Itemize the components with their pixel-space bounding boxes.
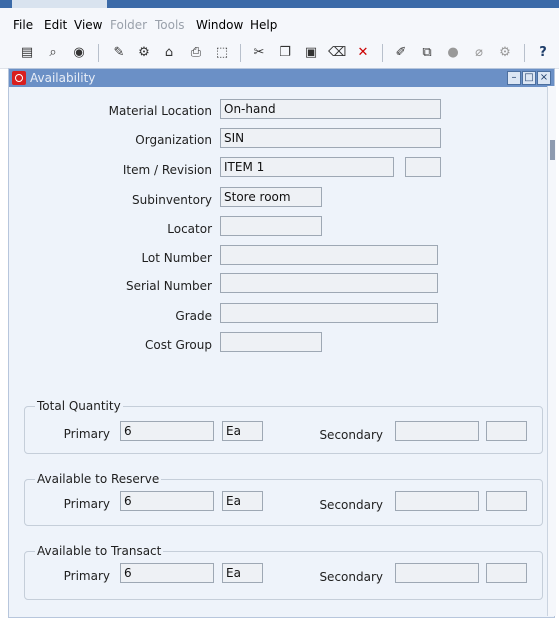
folder-tools-icon[interactable]: ⚙ (496, 44, 514, 62)
subinventory-label: Subinventory (132, 193, 212, 207)
group-title: Available to Transact (35, 544, 164, 558)
help-icon[interactable]: ? (534, 44, 552, 62)
primary-label: Primary (63, 427, 110, 441)
transact-secondary-field[interactable] (395, 563, 479, 583)
item-field[interactable]: ITEM 1 (220, 157, 394, 177)
serial-number-field[interactable] (220, 273, 438, 293)
lot-number-field[interactable] (220, 245, 438, 265)
primary-label: Primary (63, 497, 110, 511)
secondary-label: Secondary (319, 428, 383, 442)
group-title: Total Quantity (35, 399, 123, 413)
find-icon[interactable]: ⌕ (44, 44, 62, 62)
translations-icon[interactable]: ● (444, 44, 462, 62)
window-title: Availability (30, 71, 96, 85)
app-title-bar (0, 0, 559, 8)
total-secondary-uom-field[interactable] (486, 421, 527, 441)
menu-edit[interactable]: Edit (44, 18, 67, 32)
secondary-label: Secondary (319, 498, 383, 512)
menu-view[interactable]: View (74, 18, 102, 32)
menu-help[interactable]: Help (250, 18, 277, 32)
new-record-icon[interactable]: ▤ (18, 44, 36, 62)
reserve-secondary-uom-field[interactable] (486, 491, 527, 511)
menu-folder[interactable]: Folder (110, 18, 147, 32)
toolbar-separator (524, 44, 525, 62)
close-form-icon[interactable]: ⬚ (213, 44, 231, 62)
organization-field[interactable]: SIN (220, 128, 441, 148)
clear-record-icon[interactable]: ⌫ (328, 44, 346, 62)
menu-window[interactable]: Window (196, 18, 243, 32)
subinventory-field[interactable]: Store room (220, 187, 322, 207)
zoom-icon[interactable]: ⧉ (418, 44, 436, 62)
window-title-bar: Availability – □ × (9, 69, 554, 87)
minimize-icon[interactable]: – (507, 71, 521, 85)
paste-icon[interactable]: ▣ (302, 44, 320, 62)
copy-icon[interactable]: ❐ (276, 44, 294, 62)
maximize-icon[interactable]: □ (522, 71, 536, 85)
cost-group-field[interactable] (220, 332, 322, 352)
reserve-secondary-field[interactable] (395, 491, 479, 511)
grade-field[interactable] (220, 303, 438, 323)
group-title: Available to Reserve (35, 472, 162, 486)
oracle-icon (12, 71, 26, 85)
save-icon[interactable]: ✎ (110, 44, 128, 62)
transact-secondary-uom-field[interactable] (486, 563, 527, 583)
menu-file[interactable]: File (13, 18, 33, 32)
locator-label: Locator (167, 222, 212, 236)
transact-primary-field[interactable]: 6 (120, 563, 214, 583)
total-primary-uom-field[interactable]: Ea (222, 421, 263, 441)
save-proceed-icon[interactable]: ⚙ (135, 44, 153, 62)
material-location-label: Material Location (108, 104, 212, 118)
title-strip (12, 0, 107, 8)
delete-icon[interactable]: ✕ (354, 44, 372, 62)
total-primary-field[interactable]: 6 (120, 421, 214, 441)
total-secondary-field[interactable] (395, 421, 479, 441)
transact-primary-uom-field[interactable]: Ea (222, 563, 263, 583)
reserve-primary-field[interactable]: 6 (120, 491, 214, 511)
item-revision-label: Item / Revision (122, 163, 212, 177)
close-icon[interactable]: × (537, 71, 551, 85)
organization-label: Organization (135, 133, 212, 147)
toolbar-separator (240, 44, 241, 62)
scrollbar-thumb[interactable] (550, 140, 555, 160)
navigator-icon[interactable]: ◉ (70, 44, 88, 62)
secondary-label: Secondary (319, 570, 383, 584)
menu-tools[interactable]: Tools (155, 18, 185, 32)
attachments-icon[interactable]: ⌀ (470, 44, 488, 62)
lot-number-label: Lot Number (141, 251, 212, 265)
vertical-scrollbar[interactable] (547, 86, 556, 616)
serial-number-label: Serial Number (126, 279, 212, 293)
edit-field-icon[interactable]: ✐ (392, 44, 410, 62)
reserve-primary-uom-field[interactable]: Ea (222, 491, 263, 511)
toolbar-separator (98, 44, 99, 62)
revision-field[interactable] (405, 157, 441, 177)
primary-label: Primary (63, 569, 110, 583)
print-icon[interactable]: ⎙ (187, 44, 205, 62)
grade-label: Grade (175, 309, 212, 323)
switch-responsibility-icon[interactable]: ⌂ (160, 44, 178, 62)
locator-field[interactable] (220, 216, 322, 236)
toolbar-separator (382, 44, 383, 62)
material-location-field[interactable]: On-hand (220, 99, 441, 119)
cost-group-label: Cost Group (144, 338, 212, 352)
cut-icon[interactable]: ✂ (250, 44, 268, 62)
